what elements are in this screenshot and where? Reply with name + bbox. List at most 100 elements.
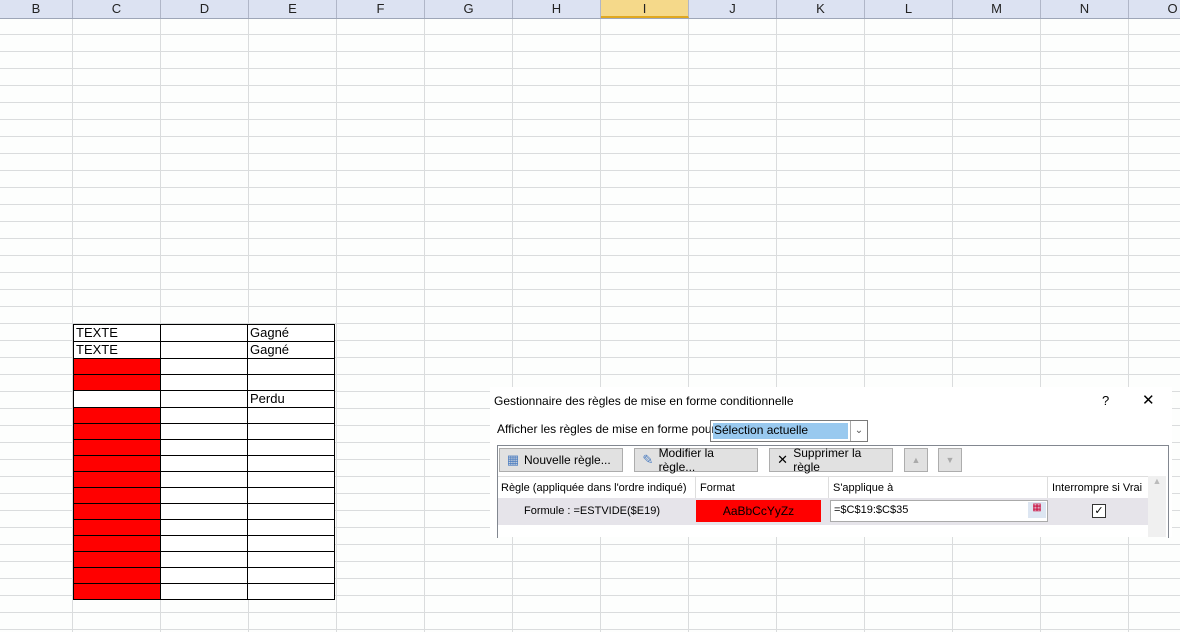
cell-E33[interactable] xyxy=(247,551,335,568)
cell-C28[interactable] xyxy=(73,471,161,488)
format-preview: AaBbCcYyZz xyxy=(696,500,821,522)
table-row xyxy=(73,503,335,520)
table-row xyxy=(73,551,335,568)
show-rules-value: Sélection actuelle xyxy=(713,423,848,439)
column-header-I[interactable]: I xyxy=(601,0,689,18)
column-header-M[interactable]: M xyxy=(953,0,1041,18)
cell-E27[interactable] xyxy=(247,455,335,472)
column-header-E[interactable]: E xyxy=(249,0,337,18)
table-row xyxy=(73,487,335,504)
cell-D33[interactable] xyxy=(160,551,248,568)
cell-D28[interactable] xyxy=(160,471,248,488)
cell-D27[interactable] xyxy=(160,455,248,472)
header-stop: Interrompre si Vrai xyxy=(1047,477,1142,499)
move-up-button[interactable]: ▲ xyxy=(904,448,928,472)
data-table: TEXTE Gagné TEXTE Gagné Perdu xyxy=(73,324,335,600)
column-header-H[interactable]: H xyxy=(513,0,601,18)
new-rule-button[interactable]: ▦ Nouvelle règle... xyxy=(499,448,623,472)
cell-D20[interactable] xyxy=(160,341,248,359)
show-rules-select[interactable]: Sélection actuelle ⌄ xyxy=(710,420,868,442)
cell-D19[interactable] xyxy=(160,324,248,342)
applies-to-input[interactable]: =$C$19:$C$35 ▦ xyxy=(830,500,1048,522)
cell-E24[interactable] xyxy=(247,407,335,424)
table-row xyxy=(73,471,335,488)
cell-E32[interactable] xyxy=(247,535,335,552)
delete-icon: ✕ xyxy=(777,452,789,467)
cell-C19[interactable]: TEXTE xyxy=(73,324,161,342)
cell-D22[interactable] xyxy=(160,374,248,391)
cell-C34[interactable] xyxy=(73,567,161,584)
cell-D29[interactable] xyxy=(160,487,248,504)
cell-E22[interactable] xyxy=(247,374,335,391)
range-picker-icon[interactable]: ▦ xyxy=(1028,502,1046,518)
header-applies: S'applique à xyxy=(828,477,893,499)
column-header-N[interactable]: N xyxy=(1041,0,1129,18)
cell-D24[interactable] xyxy=(160,407,248,424)
cell-D25[interactable] xyxy=(160,423,248,440)
cell-D31[interactable] xyxy=(160,519,248,536)
cell-E34[interactable] xyxy=(247,567,335,584)
cell-C32[interactable] xyxy=(73,535,161,552)
cell-E29[interactable] xyxy=(247,487,335,504)
table-row xyxy=(73,374,335,391)
column-header-D[interactable]: D xyxy=(161,0,249,18)
cell-E21[interactable] xyxy=(247,358,335,375)
cell-C23[interactable] xyxy=(73,390,161,408)
cell-C30[interactable] xyxy=(73,503,161,520)
scrollbar[interactable]: ▲ xyxy=(1148,476,1166,537)
rule-row[interactable]: Formule : =ESTVIDE($E19) AaBbCcYyZz =$C$… xyxy=(498,498,1148,525)
table-row xyxy=(73,567,335,584)
column-header-L[interactable]: L xyxy=(865,0,953,18)
cell-C26[interactable] xyxy=(73,439,161,456)
cell-E25[interactable] xyxy=(247,423,335,440)
cell-C21[interactable] xyxy=(73,358,161,375)
cell-E31[interactable] xyxy=(247,519,335,536)
cell-D32[interactable] xyxy=(160,535,248,552)
column-header-C[interactable]: C xyxy=(73,0,161,18)
cell-E23[interactable]: Perdu xyxy=(247,390,335,408)
column-header-G[interactable]: G xyxy=(425,0,513,18)
cell-C22[interactable] xyxy=(73,374,161,391)
cell-E28[interactable] xyxy=(247,471,335,488)
delete-rule-button[interactable]: ✕ Supprimer la règle xyxy=(769,446,893,474)
cell-C24[interactable] xyxy=(73,407,161,424)
cell-E26[interactable] xyxy=(247,439,335,456)
cell-D21[interactable] xyxy=(160,358,248,375)
cell-E35[interactable] xyxy=(247,583,335,600)
table-row xyxy=(73,423,335,440)
column-header-B[interactable]: B xyxy=(0,0,73,18)
help-button[interactable]: ? xyxy=(1102,393,1109,408)
cell-D26[interactable] xyxy=(160,439,248,456)
stop-if-true-checkbox[interactable]: ✓ xyxy=(1092,504,1106,518)
cell-C29[interactable] xyxy=(73,487,161,504)
cell-C35[interactable] xyxy=(73,583,161,600)
cell-E19[interactable]: Gagné xyxy=(247,324,335,342)
column-header-O[interactable]: O xyxy=(1129,0,1180,18)
dialog-title: Gestionnaire des règles de mise en forme… xyxy=(494,394,794,408)
table-row xyxy=(73,358,335,375)
conditional-formatting-dialog: Gestionnaire des règles de mise en forme… xyxy=(490,387,1172,538)
cell-C33[interactable] xyxy=(73,551,161,568)
move-down-button[interactable]: ▼ xyxy=(938,448,962,472)
cell-E20[interactable]: Gagné xyxy=(247,341,335,359)
cell-C27[interactable] xyxy=(73,455,161,472)
cell-D34[interactable] xyxy=(160,567,248,584)
column-header-F[interactable]: F xyxy=(337,0,425,18)
close-button[interactable]: ✕ xyxy=(1142,391,1155,409)
table-row: TEXTE Gagné xyxy=(73,324,335,342)
table-row xyxy=(73,583,335,600)
cell-D35[interactable] xyxy=(160,583,248,600)
cell-E30[interactable] xyxy=(247,503,335,520)
column-header-bar: BCDEFGHIJKLMNO xyxy=(0,0,1180,19)
column-header-K[interactable]: K xyxy=(777,0,865,18)
cell-D23[interactable] xyxy=(160,390,248,408)
cell-C25[interactable] xyxy=(73,423,161,440)
column-header-J[interactable]: J xyxy=(689,0,777,18)
edit-rule-button[interactable]: ✎ Modifier la règle... xyxy=(634,446,758,474)
cell-C20[interactable]: TEXTE xyxy=(73,341,161,359)
cell-C31[interactable] xyxy=(73,519,161,536)
table-row: TEXTE Gagné xyxy=(73,341,335,359)
new-rule-icon: ▦ xyxy=(506,452,520,467)
cell-D30[interactable] xyxy=(160,503,248,520)
chevron-down-icon: ⌄ xyxy=(850,421,867,441)
